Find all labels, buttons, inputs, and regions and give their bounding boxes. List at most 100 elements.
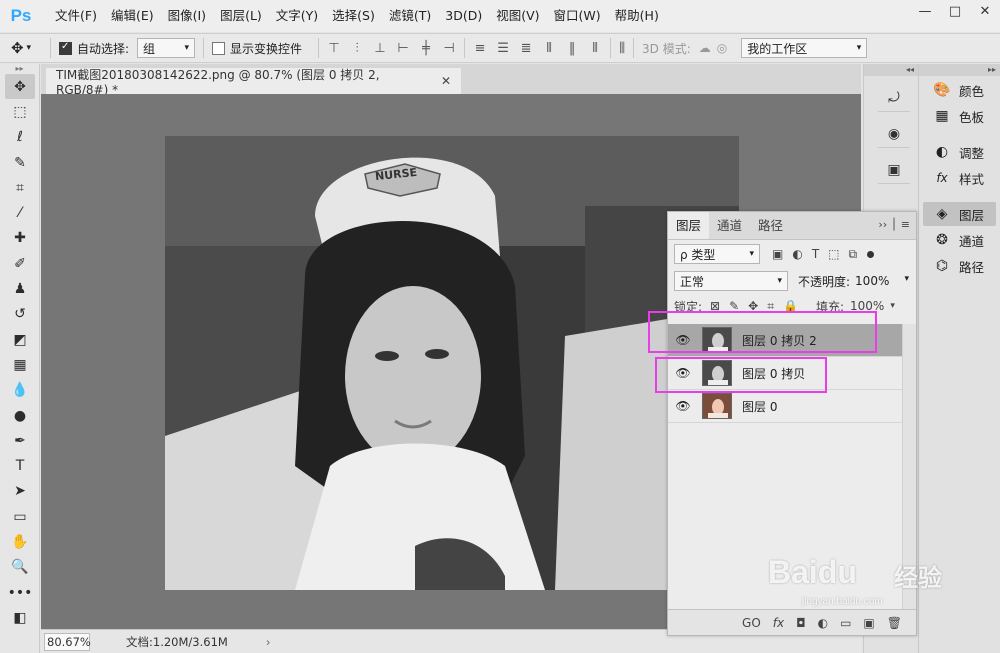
document-tab[interactable]: TIM截图20180308142622.png @ 80.7% (图层 0 拷贝… — [46, 68, 461, 97]
clone-stamp-icon[interactable]: ♟ — [0, 276, 40, 301]
panel-paths[interactable]: ⌬ 路径 — [923, 254, 996, 278]
filter-toggle-icon[interactable] — [867, 250, 875, 258]
crop-tool-icon[interactable]: ⌗ — [0, 175, 40, 200]
new-group-icon[interactable]: ▭ — [840, 616, 851, 630]
type-tool-icon[interactable]: T — [0, 453, 40, 478]
lasso-tool-icon[interactable]: ℓ — [0, 125, 40, 150]
fill-value[interactable]: 100% — [850, 299, 884, 313]
filter-shape-icon[interactable]: ⬚ — [828, 247, 839, 262]
pen-tool-icon[interactable]: ✒ — [0, 428, 40, 453]
menu-type[interactable]: 文字(Y) — [269, 0, 325, 32]
path-select-icon[interactable]: ➤ — [0, 479, 40, 504]
delete-layer-icon[interactable]: 🗑 — [887, 616, 902, 630]
more-tools-icon[interactable]: ••• — [0, 580, 40, 605]
align-right-icon[interactable]: ⊣ — [442, 41, 456, 56]
distribute-bottom-icon[interactable]: ≣ — [519, 41, 533, 56]
distribute-left-icon[interactable]: ⦀ — [542, 41, 556, 56]
fx-icon[interactable]: fx — [773, 616, 784, 630]
layer-row[interactable]: 👁 图层 0 拷贝 — [668, 357, 904, 390]
color-swatches-icon[interactable]: ◧ — [0, 605, 40, 630]
distribute-top-icon[interactable]: ≡ — [473, 41, 487, 56]
align-top-icon[interactable]: ⊤ — [327, 41, 341, 56]
menu-help[interactable]: 帮助(H) — [608, 0, 666, 32]
visibility-eye-icon[interactable]: 👁 — [668, 333, 698, 347]
eraser-tool-icon[interactable]: ◩ — [0, 327, 40, 352]
tab-channels[interactable]: 通道 — [709, 212, 750, 239]
panel-swatches[interactable]: ▦ 色板 — [923, 104, 996, 128]
menu-file[interactable]: 文件(F) — [48, 0, 104, 32]
tab-layers[interactable]: 图层 — [668, 212, 710, 239]
dodge-tool-icon[interactable]: ● — [0, 403, 40, 428]
panel-menu-icon[interactable]: ›› │ ≡ — [878, 218, 910, 231]
rectangle-tool-icon[interactable]: ▭ — [0, 504, 40, 529]
move-tool-icon[interactable]: ✥ — [5, 74, 35, 100]
minimize-button[interactable]: — — [910, 0, 940, 22]
close-window-button[interactable]: ✕ — [970, 0, 1000, 22]
lock-position-icon[interactable]: ✥ — [748, 299, 758, 314]
chevron-right-icon[interactable]: › — [266, 635, 271, 649]
gradient-tool-icon[interactable]: ▦ — [0, 352, 40, 377]
collapse-dock-icon[interactable]: ◂◂ — [864, 64, 918, 76]
brush-tool-icon[interactable]: ✐ — [0, 251, 40, 276]
distribute-vcenter-icon[interactable]: ☰ — [496, 41, 510, 56]
panel-styles[interactable]: fx 样式 — [923, 166, 996, 190]
expand-panels-icon[interactable]: ▸▸ — [919, 64, 1000, 76]
menu-3d[interactable]: 3D(D) — [438, 0, 489, 32]
menu-filter[interactable]: 滤镜(T) — [382, 0, 438, 32]
distribute-right-icon[interactable]: ⫴ — [588, 41, 602, 56]
workspace-dropdown[interactable]: 我的工作区 ▾ — [741, 38, 868, 58]
visibility-eye-icon[interactable]: 👁 — [668, 366, 698, 380]
auto-select-check-icon[interactable] — [59, 41, 72, 55]
blur-tool-icon[interactable]: 💧 — [0, 378, 40, 403]
link-layers-icon[interactable]: GO — [742, 616, 761, 630]
menu-image[interactable]: 图像(I) — [161, 0, 213, 32]
auto-select-dropdown[interactable]: 组 ▾ — [137, 38, 196, 58]
menu-window[interactable]: 窗口(W) — [547, 0, 608, 32]
filter-type-icon[interactable]: T — [812, 247, 819, 262]
orbit-3d-icon[interactable]: ☁ — [699, 41, 711, 55]
roll-3d-icon[interactable]: ◎ — [717, 41, 727, 55]
history-panel-icon[interactable]: ⤾ — [878, 84, 910, 112]
adjustment-layer-icon[interactable]: ◐ — [818, 616, 828, 630]
marquee-tool-icon[interactable]: ⬚ — [0, 99, 40, 124]
auto-align-icon[interactable]: ⫼ — [619, 41, 625, 56]
visibility-eye-icon[interactable]: 👁 — [668, 399, 698, 413]
align-hcenter-icon[interactable]: ╪ — [419, 41, 433, 56]
opacity-field[interactable]: 100% ▾ — [855, 274, 909, 288]
eyedropper-tool-icon[interactable]: ⁄ — [0, 200, 40, 225]
lock-artboard-icon[interactable]: ⌗ — [767, 299, 774, 314]
filter-smart-icon[interactable]: ⧉ — [849, 247, 858, 262]
libraries-panel-icon[interactable]: ▣ — [878, 156, 910, 184]
filter-pixel-icon[interactable]: ▣ — [772, 247, 783, 262]
zoom-tool-icon[interactable]: 🔍 — [0, 555, 40, 580]
align-left-icon[interactable]: ⊢ — [396, 41, 410, 56]
canvas-image[interactable]: NURSE — [165, 136, 739, 590]
healing-brush-icon[interactable]: ✚ — [0, 226, 40, 251]
lock-all-icon[interactable]: 🔒 — [783, 299, 798, 314]
auto-select-checkbox[interactable]: 自动选择: — [59, 40, 129, 57]
menu-select[interactable]: 选择(S) — [325, 0, 382, 32]
hand-tool-icon[interactable]: ✋ — [0, 529, 40, 554]
history-brush-icon[interactable]: ↺ — [0, 302, 40, 327]
panel-channels[interactable]: ❂ 通道 — [923, 228, 996, 252]
layer-row[interactable]: 👁 图层 0 拷贝 2 — [668, 324, 904, 357]
new-layer-icon[interactable]: ▣ — [863, 616, 874, 630]
quick-select-tool-icon[interactable]: ✎ — [0, 150, 40, 175]
transform-check-icon[interactable] — [212, 41, 226, 55]
panel-color[interactable]: 🎨 颜色 — [923, 78, 996, 102]
show-transform-checkbox[interactable]: 显示变换控件 — [212, 40, 302, 57]
filter-adjustment-icon[interactable]: ◐ — [792, 247, 802, 262]
distribute-hcenter-icon[interactable]: ‖ — [565, 41, 579, 56]
panel-adjustments[interactable]: ◐ 调整 — [923, 140, 996, 164]
layer-filter-dropdown[interactable]: ρ 类型 ▾ — [674, 244, 760, 264]
tab-paths[interactable]: 路径 — [750, 212, 791, 239]
close-tab-icon[interactable]: ✕ — [441, 74, 451, 88]
document-size-info[interactable]: 文档:1.20M/3.61M — [126, 634, 228, 650]
menu-edit[interactable]: 编辑(E) — [104, 0, 161, 32]
add-mask-icon[interactable]: ◘ — [796, 616, 806, 630]
menu-layer[interactable]: 图层(L) — [213, 0, 269, 32]
align-bottom-icon[interactable]: ⊥ — [373, 41, 387, 56]
layer-row[interactable]: 👁 图层 0 — [668, 390, 904, 423]
panel-layers[interactable]: ◈ 图层 — [923, 202, 996, 226]
lock-transparent-icon[interactable]: ⊠ — [710, 299, 720, 314]
